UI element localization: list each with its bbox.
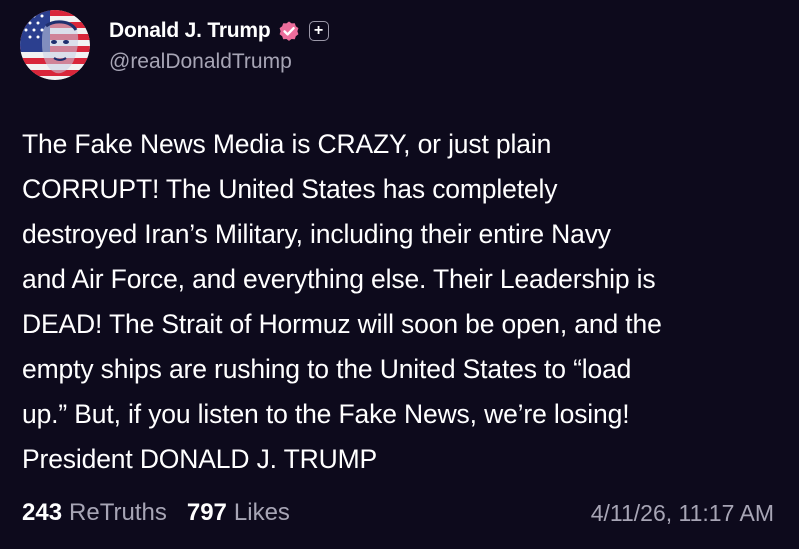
post-footer: 243 ReTruths 797 Likes 4/11/26, 11:17 AM [22, 496, 774, 530]
post-timestamp[interactable]: 4/11/26, 11:17 AM [591, 500, 774, 527]
post-line: The Fake News Media is CRAZY, or just pl… [22, 129, 552, 159]
post-card: Donald J. Trump + @realDonaldTrump The F… [0, 0, 799, 549]
likes-count: 797 [186, 499, 227, 526]
post-line: CORRUPT! The United States has completel… [22, 174, 558, 204]
likes-label: Likes [233, 499, 290, 526]
post-line: President DONALD J. TRUMP [22, 444, 378, 474]
retruths-label: ReTruths [69, 499, 167, 526]
post-line: destroyed Iran’s Military, including the… [22, 219, 611, 249]
retruths-stat[interactable]: 243 ReTruths [22, 499, 167, 527]
post-header: Donald J. Trump + @realDonaldTrump [20, 10, 329, 80]
likes-stat[interactable]: 797 Likes [187, 499, 290, 527]
display-name[interactable]: Donald J. Trump [109, 19, 271, 43]
post-line: DEAD! The Strait of Hormuz will soon be … [22, 309, 662, 339]
verified-badge-icon [277, 19, 301, 43]
plus-icon[interactable]: + [308, 21, 329, 41]
avatar[interactable] [20, 10, 90, 80]
name-row: Donald J. Trump + [109, 16, 329, 46]
retruths-count: 243 [22, 499, 63, 526]
account-names: Donald J. Trump + @realDonaldTrump [109, 16, 329, 74]
post-body: The Fake News Media is CRAZY, or just pl… [22, 122, 792, 482]
post-line: empty ships are rushing to the United St… [22, 354, 632, 384]
post-line: and Air Force, and everything else. Thei… [22, 264, 656, 294]
post-line: up.” But, if you listen to the Fake News… [22, 399, 630, 429]
account-handle[interactable]: @realDonaldTrump [109, 50, 329, 74]
